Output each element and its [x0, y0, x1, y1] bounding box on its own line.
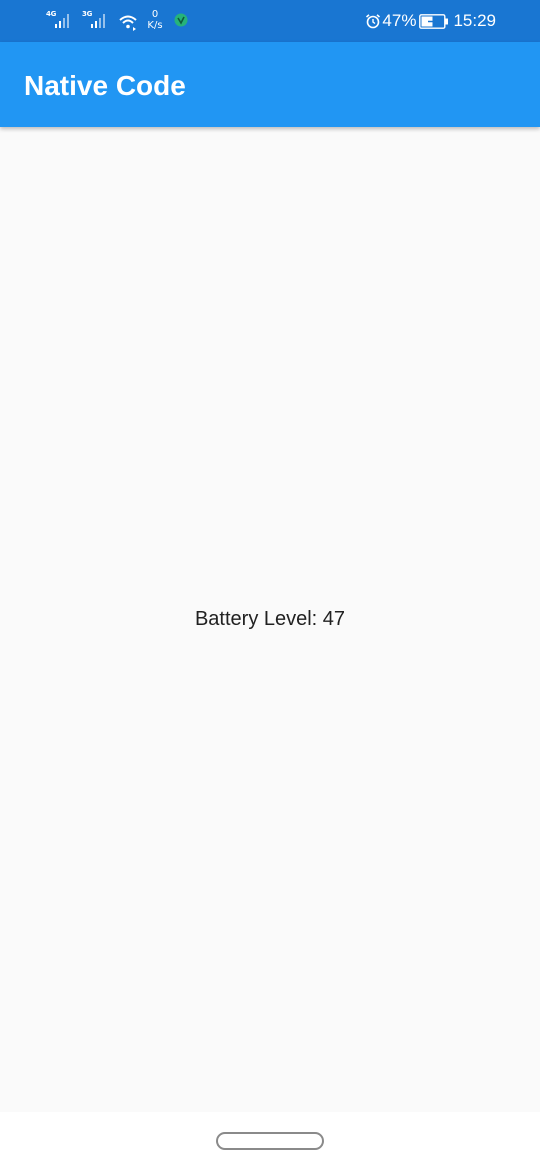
wifi-icon — [119, 15, 137, 31]
battery-percent: 47% — [382, 11, 417, 30]
sim2-signal: 3G — [82, 9, 110, 31]
app-title: Native Code — [24, 70, 186, 101]
home-gesture-pill[interactable] — [216, 1132, 324, 1150]
app-bar: Native Code — [0, 42, 540, 127]
battery-charging-icon — [419, 13, 449, 29]
main-content: Battery Level: 47 — [0, 127, 540, 1112]
sim1-signal: 4G — [46, 9, 74, 31]
status-left-group: 4G 3G 0 K/s — [46, 9, 188, 33]
cell-signal-icon — [55, 14, 69, 28]
network-speed-unit: K/s — [147, 20, 163, 31]
battery-level-text: Battery Level: 47 — [194, 608, 346, 630]
network-speed: 0 K/s — [144, 9, 166, 31]
clock: 15:29 — [453, 11, 496, 30]
cell-signal-icon — [91, 14, 105, 28]
status-bar: 4G 3G 0 K/s 47% 15:29 — [0, 0, 540, 42]
navigation-bar — [0, 1112, 540, 1170]
alarm-icon — [366, 14, 381, 29]
status-right-group: 47% 15:29 — [365, 10, 496, 32]
network-speed-value: 0 — [151, 9, 159, 20]
vpn-app-icon — [174, 13, 188, 27]
